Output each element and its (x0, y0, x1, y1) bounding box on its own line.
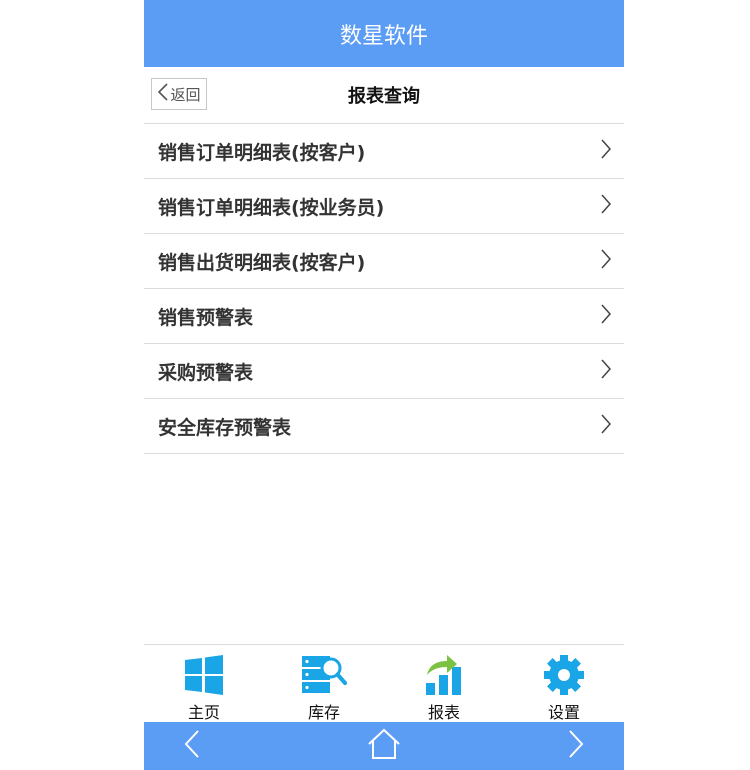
tab-home[interactable]: 主页 (144, 645, 264, 723)
menu-item-label: 销售预警表 (158, 306, 254, 329)
nav-back-button[interactable] (182, 729, 202, 763)
windows-home-icon (181, 653, 227, 697)
back-label: 返回 (170, 85, 201, 104)
chevron-right-icon (600, 414, 612, 438)
tab-settings[interactable]: 设置 (504, 645, 624, 723)
tab-inventory[interactable]: 库存 (264, 645, 384, 723)
gear-icon (541, 653, 587, 697)
nav-home-button[interactable] (367, 728, 401, 764)
home-icon (367, 728, 401, 764)
bottom-tab-bar: 主页 库存 报表 设置 (144, 644, 624, 723)
page-title: 报表查询 (348, 86, 420, 107)
chevron-right-icon (600, 194, 612, 218)
nav-forward-button[interactable] (566, 729, 586, 763)
chevron-right-icon (600, 304, 612, 328)
inventory-search-icon (301, 653, 347, 697)
chevron-right-icon (600, 359, 612, 383)
report-menu: 销售订单明细表(按客户) 销售订单明细表(按业务员) 销售出货明细表(按客户) … (144, 124, 624, 454)
menu-item-label: 销售出货明细表(按客户) (158, 251, 366, 274)
menu-item-label: 采购预警表 (158, 361, 254, 384)
tab-reports[interactable]: 报表 (384, 645, 504, 723)
phone-screen: 数星软件 返回 报表查询 销售订单明细表(按客户) 销售订单明细表(按业务员) … (144, 0, 624, 770)
app-title: 数星软件 (339, 23, 428, 49)
menu-item-sales-warning[interactable]: 销售预警表 (144, 289, 624, 344)
tab-label: 库存 (307, 703, 340, 722)
tab-label: 设置 (547, 703, 580, 722)
chevron-right-icon (600, 249, 612, 273)
chevron-right-icon (566, 730, 586, 763)
menu-item-purchase-warning[interactable]: 采购预警表 (144, 344, 624, 399)
back-button[interactable]: 返回 (151, 78, 207, 110)
menu-item-safety-stock-warning[interactable]: 安全库存预警表 (144, 399, 624, 454)
sub-header: 返回 报表查询 (144, 67, 624, 124)
menu-item-sales-shipment-by-customer[interactable]: 销售出货明细表(按客户) (144, 234, 624, 289)
report-chart-icon (421, 653, 467, 697)
menu-item-label: 销售订单明细表(按客户) (158, 141, 366, 164)
chevron-left-icon (157, 83, 170, 105)
tab-label: 报表 (427, 703, 460, 722)
menu-item-label: 销售订单明细表(按业务员) (158, 196, 385, 219)
menu-item-sales-order-by-salesperson[interactable]: 销售订单明细表(按业务员) (144, 179, 624, 234)
bottom-nav-bar (144, 722, 624, 770)
chevron-right-icon (600, 139, 612, 163)
tab-label: 主页 (187, 703, 220, 722)
app-header: 数星软件 (144, 0, 624, 67)
menu-item-sales-order-by-customer[interactable]: 销售订单明细表(按客户) (144, 124, 624, 179)
menu-item-label: 安全库存预警表 (158, 416, 292, 439)
chevron-left-icon (182, 730, 202, 763)
